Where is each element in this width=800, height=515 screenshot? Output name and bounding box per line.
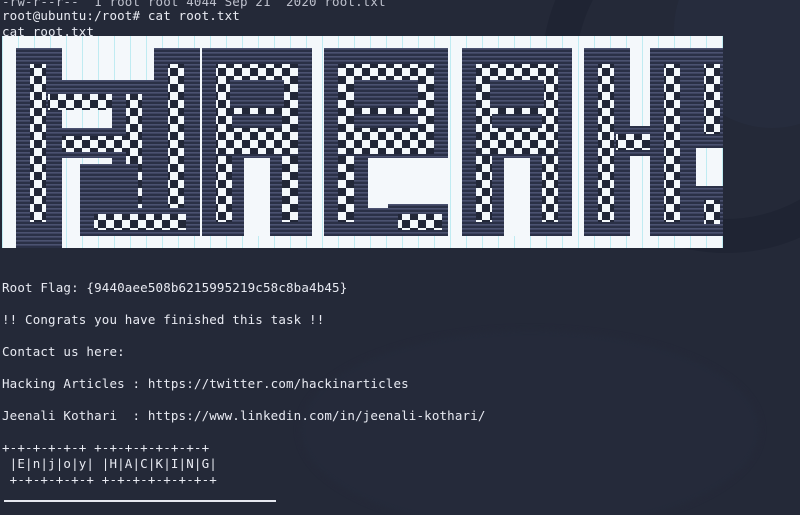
glyph-H-6 (584, 48, 696, 236)
glyph-R-3 (202, 48, 312, 236)
glyph-A-5 (462, 48, 572, 236)
contact-heading-line: Contact us here: (2, 344, 125, 359)
congratulations-line: !! Congrats you have finished this task … (2, 312, 325, 327)
shell-prompt-line: root@ubuntu:/root# cat root.txt (2, 8, 240, 23)
contact-line-hacking-articles: Hacking Articles : https://twitter.com/h… (2, 376, 409, 391)
horizontal-rule (4, 500, 276, 502)
glyph-exclamation-7 (696, 48, 723, 236)
terminal-screenshot: -rw-r--r-- 1 root root 4044 Sep 21 2020 … (0, 0, 800, 515)
glyph-R-4 (324, 48, 448, 236)
banner-glyphs (16, 48, 723, 248)
signature-box-content: |E|n|j|o|y| |H|A|C|K|I|N|G| (2, 456, 217, 471)
ascii-art-banner (2, 36, 723, 248)
signature-box-top-border: +-+-+-+-+-+ +-+-+-+-+-+-+-+ (2, 440, 210, 455)
signature-box-bottom-border: +-+-+-+-+-+ +-+-+-+-+-+-+-+ (2, 472, 217, 487)
root-flag-line: Root Flag: {9440aee508b6215995219c58c8ba… (2, 280, 348, 295)
terminal-output[interactable]: -rw-r--r-- 1 root root 4044 Sep 21 2020 … (0, 0, 800, 515)
contact-line-jeenali-kothari: Jeenali Kothari : https://www.linkedin.c… (2, 408, 486, 423)
